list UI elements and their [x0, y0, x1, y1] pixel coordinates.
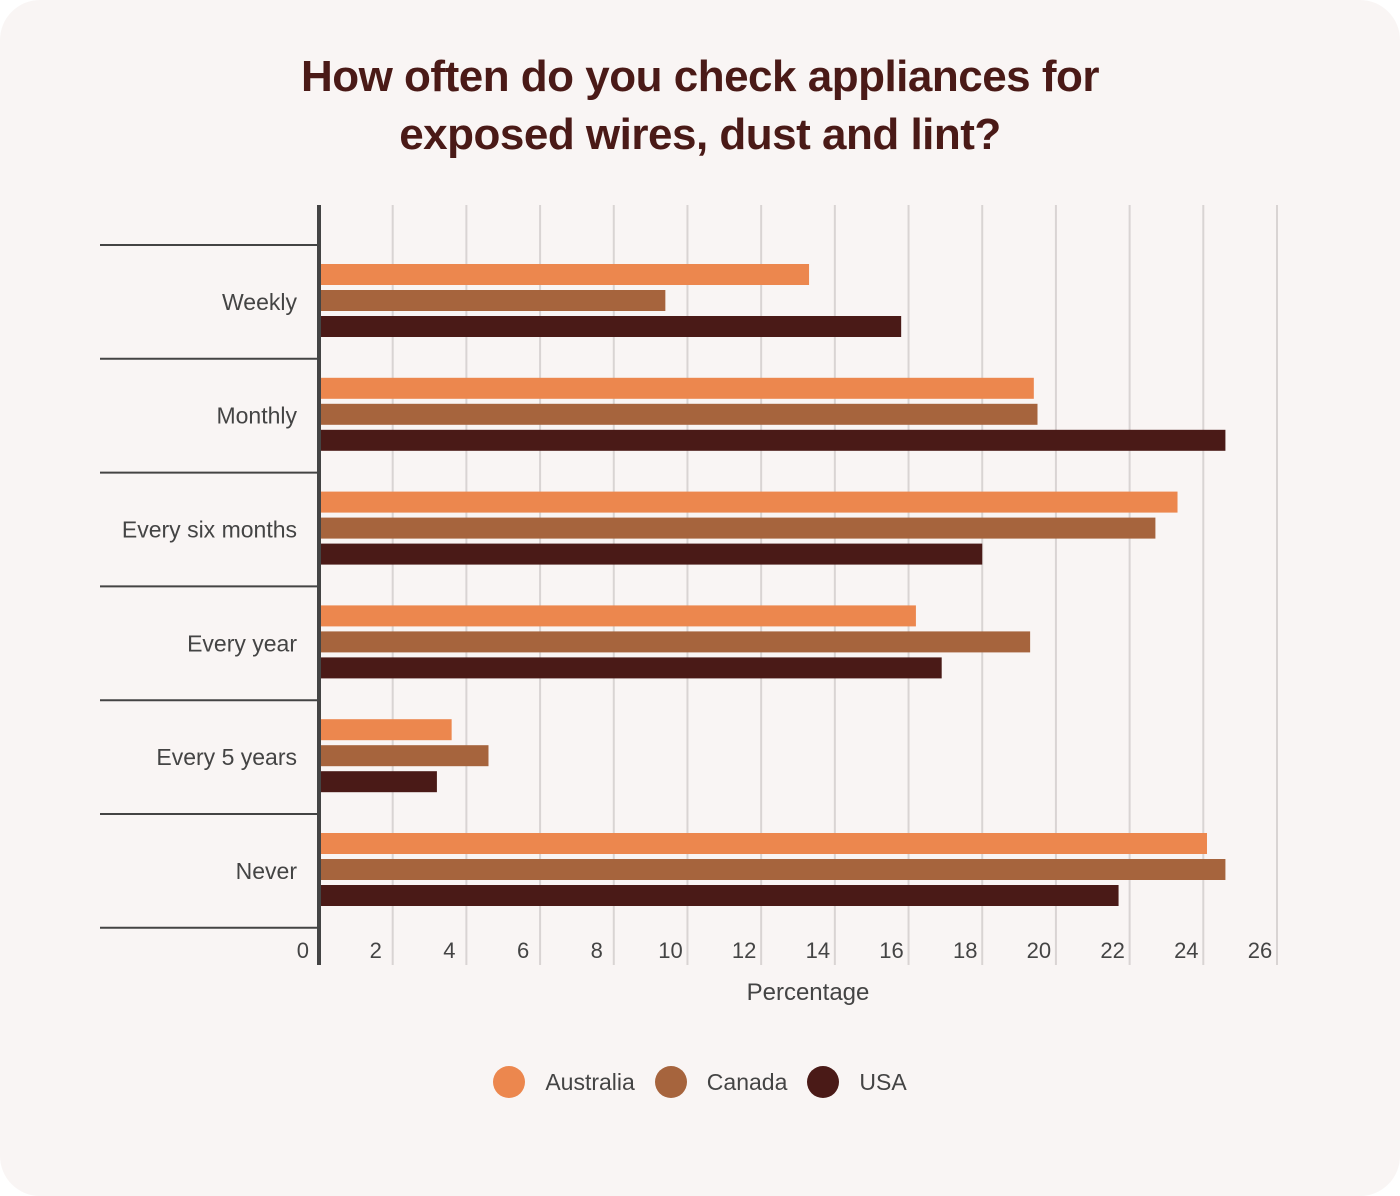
x-tick-label: 4 — [443, 938, 455, 963]
category-label: Weekly — [222, 289, 297, 315]
bar-australia-never — [319, 833, 1207, 854]
bar-usa-every-year — [319, 657, 942, 679]
x-tick-label: 8 — [591, 938, 603, 963]
x-tick-label: 0 — [297, 938, 309, 963]
x-tick-label: 10 — [658, 938, 682, 963]
legend-label: USA — [859, 1068, 907, 1095]
bar-australia-monthly — [319, 377, 1034, 399]
x-tick-label: 14 — [806, 938, 830, 963]
x-tick-label: 20 — [1027, 938, 1051, 963]
legend-label: Canada — [706, 1068, 788, 1095]
legend-item-canada: Canada — [654, 1066, 788, 1098]
legend-swatch-icon — [654, 1066, 687, 1098]
bar-australia-every-year — [319, 605, 916, 627]
bar-usa-every-six-months — [319, 543, 983, 565]
legend: Australia Canada USA — [0, 1066, 1400, 1098]
category-label: Every six months — [122, 517, 297, 543]
x-tick-label: 16 — [879, 938, 903, 963]
bar-australia-every-5-years — [319, 719, 452, 741]
category-label: Every 5 years — [156, 744, 297, 770]
x-tick-label: 26 — [1248, 938, 1272, 963]
category-label: Never — [236, 858, 298, 884]
bar-canada-every-5-years — [319, 745, 489, 767]
legend-item-usa: USA — [807, 1066, 907, 1098]
category-label: Monthly — [216, 403, 297, 429]
x-tick-label: 18 — [953, 938, 977, 963]
bar-canada-monthly — [319, 403, 1038, 425]
bar-usa-every-5-years — [319, 771, 437, 793]
bar-canada-every-year — [319, 631, 1031, 653]
x-tick-label: 6 — [517, 938, 529, 963]
bar-australia-every-six-months — [319, 491, 1178, 513]
bar-canada-weekly — [319, 290, 666, 311]
x-tick-label: 12 — [732, 938, 756, 963]
x-tick-label: 22 — [1100, 938, 1124, 963]
category-label: Every year — [187, 630, 297, 656]
x-axis-title: Percentage — [747, 979, 870, 1006]
bar-australia-weekly — [319, 264, 810, 285]
x-tick-label: 24 — [1174, 938, 1198, 963]
bar-usa-weekly — [319, 316, 902, 337]
x-tick-label: 2 — [370, 938, 382, 963]
legend-swatch-icon — [807, 1066, 840, 1098]
bar-chart: Weekly Monthly Every six months Every year E… — [100, 205, 1278, 1006]
bar-usa-never — [319, 885, 1119, 906]
bar-usa-monthly — [319, 429, 1226, 451]
legend-item-australia: Australia — [493, 1066, 635, 1098]
bar-canada-never — [319, 859, 1226, 880]
legend-swatch-icon — [493, 1066, 526, 1098]
chart-card: How often do you check appliances for ex… — [0, 0, 1400, 1196]
legend-label: Australia — [545, 1068, 635, 1095]
bar-canada-every-six-months — [319, 517, 1156, 539]
